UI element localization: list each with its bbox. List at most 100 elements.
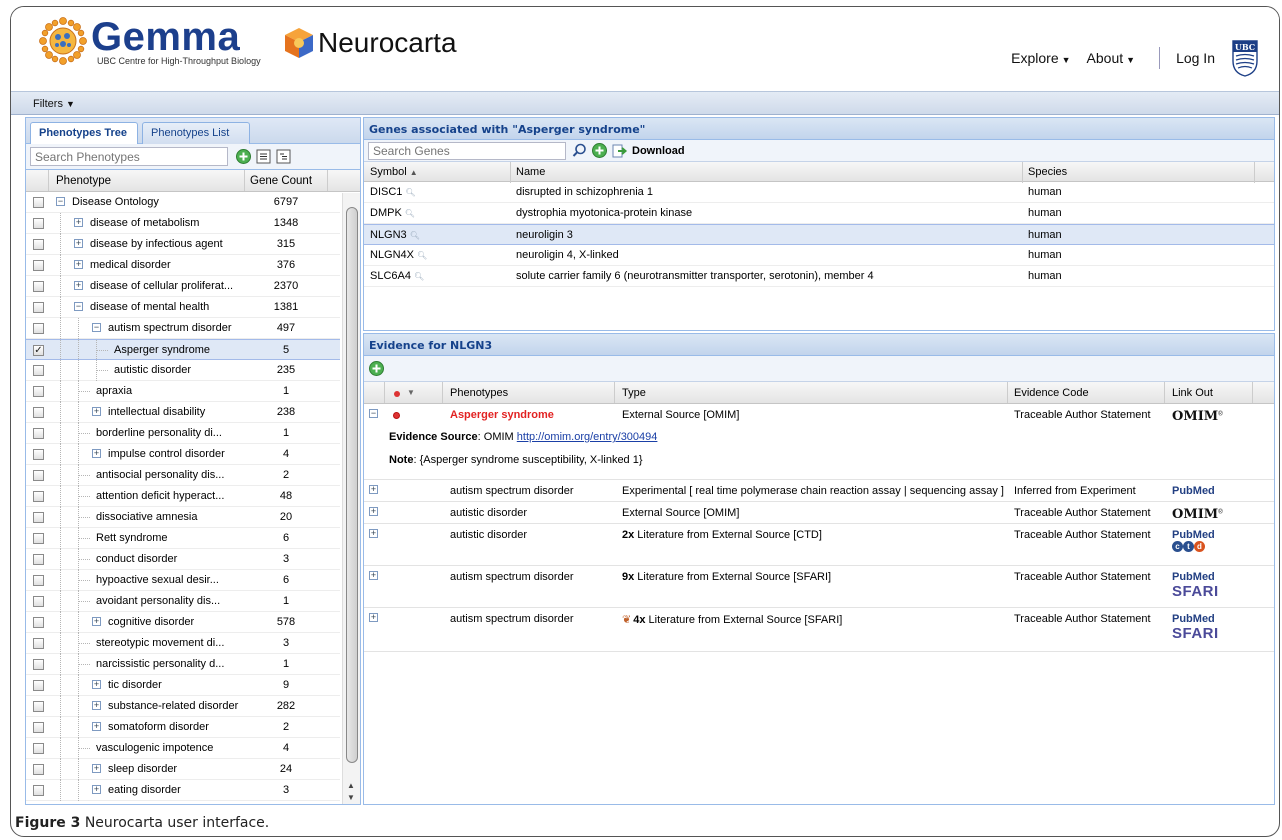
row-checkbox[interactable] [33,302,44,313]
pubmed-link[interactable]: PubMed [1172,613,1219,625]
expand-icon[interactable]: + [369,613,378,622]
gene-row[interactable]: SLC6A4 🔍︎ solute carrier family 6 (neurotr… [364,266,1274,287]
gene-search-input[interactable] [368,142,566,160]
column-species[interactable]: Species [1028,166,1067,178]
login-link[interactable]: Log In [1176,50,1215,66]
expand-icon[interactable]: + [92,449,101,458]
row-checkbox[interactable] [33,701,44,712]
sfari-link[interactable]: SFARI [1172,625,1219,642]
tree-row[interactable]: − autism spectrum disorder 497 [26,318,340,339]
expand-icon[interactable]: + [92,617,101,626]
expand-icon[interactable]: + [92,785,101,794]
row-checkbox[interactable] [33,491,44,502]
evidence-row[interactable]: + autistic disorder 2x Literature from Ext… [364,524,1274,566]
column-phenotype[interactable]: Phenotype [56,175,111,187]
magnify-icon[interactable]: 🔍︎ [410,231,420,240]
magnify-icon[interactable]: 🔍︎ [414,272,424,281]
phenotype-search-input[interactable] [30,147,228,166]
magnify-icon[interactable]: 🔍︎ [405,188,415,197]
column-name[interactable]: Name [516,166,545,178]
tree-row[interactable]: avoidant personality dis... 1 [26,591,340,612]
expand-all-icon[interactable] [256,149,271,164]
expand-icon[interactable]: + [92,407,101,416]
tree-row[interactable]: borderline personality di... 1 [26,423,340,444]
scroll-down-icon[interactable]: ▼ [347,793,355,802]
tree-row[interactable]: antisocial personality dis... 2 [26,465,340,486]
omim-entry-link[interactable]: http://omim.org/entry/300494 [517,431,658,443]
tree-row[interactable]: + medical disorder 376 [26,255,340,276]
row-checkbox[interactable] [33,575,44,586]
add-icon[interactable] [236,149,251,164]
download-button[interactable]: Download [612,144,685,158]
row-checkbox[interactable] [33,785,44,796]
tree-row[interactable]: − Disease Ontology 6797 [26,192,340,213]
ubc-crest-icon[interactable]: UBC [1231,39,1259,77]
tree-scrollbar[interactable]: ▲ ▼ [342,193,360,804]
tree-row[interactable]: Rett syndrome 6 [26,528,340,549]
row-checkbox[interactable] [33,281,44,292]
add-icon[interactable] [592,143,607,158]
scroll-up-icon[interactable]: ▲ [347,781,355,790]
gene-row[interactable]: DMPK 🔍︎ dystrophia myotonica-protein kinas… [364,203,1274,224]
expand-icon[interactable]: + [369,485,378,494]
tree-row[interactable]: vasculogenic impotence 4 [26,738,340,759]
row-checkbox[interactable] [33,554,44,565]
evidence-row[interactable]: + autism spectrum disorder 9x Literature f… [364,566,1274,608]
omim-link[interactable]: OMIM [1172,409,1218,424]
expand-icon[interactable]: + [369,571,378,580]
expand-icon[interactable]: + [92,764,101,773]
row-checkbox[interactable] [33,365,44,376]
gene-row[interactable]: NLGN3 🔍︎ neuroligin 3 human [364,224,1274,245]
expand-icon[interactable]: + [369,529,378,538]
row-checkbox[interactable] [33,680,44,691]
tree-row[interactable]: ✓ Asperger syndrome 5 [26,339,340,361]
magnify-icon[interactable]: 🔍︎ [405,209,415,218]
collapse-icon[interactable]: − [369,409,378,418]
row-checkbox[interactable] [33,239,44,250]
search-icon[interactable] [572,143,587,158]
tree-row[interactable]: + impulse control disorder 4 [26,444,340,465]
expand-icon[interactable]: + [369,507,378,516]
expand-icon[interactable]: + [92,722,101,731]
expand-icon[interactable]: + [74,260,83,269]
evidence-row[interactable]: + autistic disorder External Source [OMIM]… [364,502,1274,524]
row-checkbox[interactable] [33,617,44,628]
pubmed-link[interactable]: PubMed [1172,529,1215,541]
row-checkbox[interactable] [33,449,44,460]
row-checkbox[interactable] [33,512,44,523]
tree-row[interactable]: narcissistic personality d... 1 [26,654,340,675]
tree-row[interactable]: + sleep disorder 24 [26,759,340,780]
pubmed-link[interactable]: PubMed [1172,571,1219,583]
row-checkbox[interactable] [33,386,44,397]
evidence-row[interactable]: + autism spectrum disorder Experimental [ … [364,480,1274,502]
row-checkbox[interactable] [33,533,44,544]
expand-icon[interactable]: + [74,281,83,290]
expand-icon[interactable]: + [74,239,83,248]
tree-row[interactable]: + intellectual disability 238 [26,402,340,423]
evidence-row[interactable]: + autism spectrum disorder ❦ 4x Literature … [364,608,1274,652]
gemma-logo[interactable]: Gemma UBC Centre for High-Throughput Bio… [39,17,261,66]
omim-link[interactable]: OMIM [1172,507,1218,522]
row-checkbox[interactable] [33,197,44,208]
filters-menu[interactable]: Filters ▼ [11,91,1279,115]
tree-row[interactable]: + substance-related disorder 282 [26,696,340,717]
row-checkbox[interactable] [33,743,44,754]
tree-row[interactable]: conduct disorder 3 [26,549,340,570]
row-checkbox[interactable] [33,470,44,481]
tree-row[interactable]: autistic disorder 235 [26,360,340,381]
column-symbol[interactable]: Symbol ▲ [370,166,418,178]
sfari-link[interactable]: SFARI [1172,583,1219,600]
row-checkbox[interactable] [33,764,44,775]
row-checkbox[interactable] [33,596,44,607]
tree-row[interactable]: − disease of mental health 1381 [26,297,340,318]
tab-phenotypes-list[interactable]: Phenotypes List [142,122,250,144]
explore-menu[interactable]: Explore ▼ [1011,50,1070,66]
row-checkbox[interactable] [33,407,44,418]
gene-row[interactable]: NLGN4X 🔍︎ neuroligin 4, X-linked human [364,245,1274,266]
column-type[interactable]: Type [622,387,646,399]
tree-row[interactable]: stereotypic movement di... 3 [26,633,340,654]
collapse-all-icon[interactable] [276,149,291,164]
gene-row[interactable]: DISC1 🔍︎ disrupted in schizophrenia 1 human [364,182,1274,203]
collapse-icon[interactable]: − [92,323,101,332]
tree-row[interactable]: hypoactive sexual desir... 6 [26,570,340,591]
